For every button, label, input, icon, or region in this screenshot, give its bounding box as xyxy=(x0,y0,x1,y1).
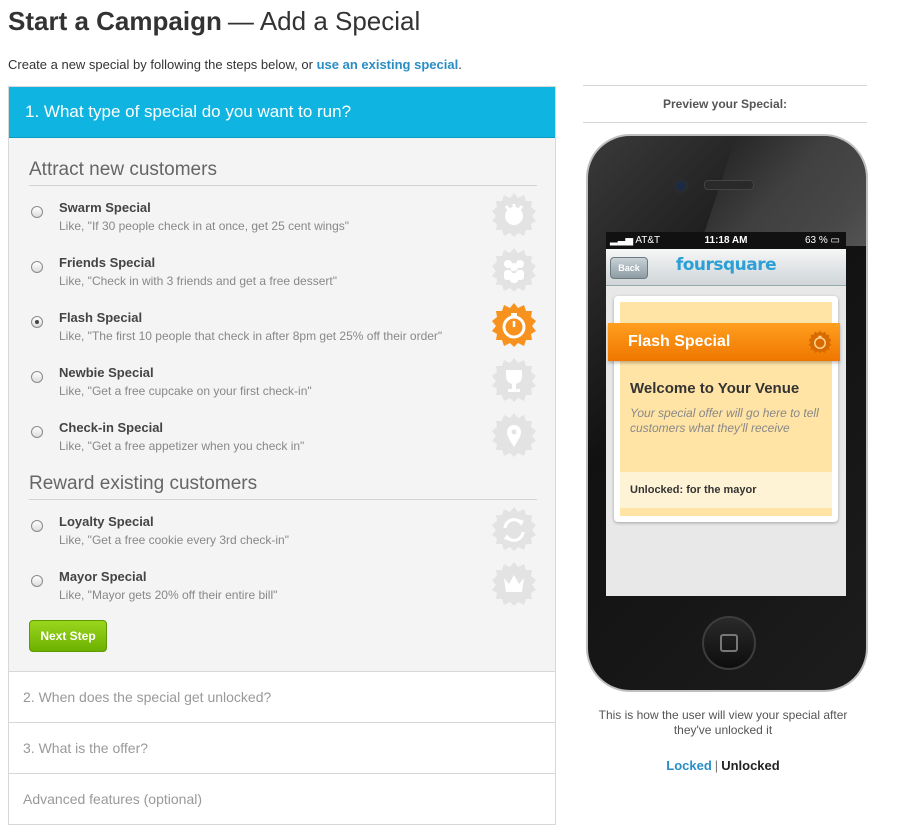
option-description: Like, "If 30 people check in at once, ge… xyxy=(59,219,350,233)
app-nav-bar: Back foursquare xyxy=(606,249,846,286)
offer-text: Your special offer will go here to tell … xyxy=(630,406,819,435)
option-flash-special[interactable]: Flash Special Like, "The first 10 people… xyxy=(29,303,539,358)
swarm-icon xyxy=(492,193,536,237)
option-label: Friends Special xyxy=(59,255,156,270)
group-divider xyxy=(29,185,537,186)
page-title: Start a Campaign — Add a Special xyxy=(8,6,420,37)
status-bar: ▂▃▅ AT&T 11:18 AM 63 % ▭ xyxy=(606,232,846,249)
intro-label: Create a new special by following the st… xyxy=(8,57,313,72)
group-title-reward: Reward existing customers xyxy=(29,473,258,494)
radio-flash[interactable] xyxy=(31,316,43,328)
radio-mayor[interactable] xyxy=(31,575,43,587)
step-3-header[interactable]: 3. What is the offer? xyxy=(8,723,556,774)
radio-newbie[interactable] xyxy=(31,371,43,383)
locked-toggle[interactable]: Locked xyxy=(666,758,712,773)
option-label: Mayor Special xyxy=(59,569,147,584)
option-label: Flash Special xyxy=(59,310,143,325)
next-step-button[interactable]: Next Step xyxy=(29,620,107,652)
option-description: Like, "Mayor gets 20% off their entire b… xyxy=(59,588,278,602)
home-button xyxy=(702,616,756,670)
radio-friends[interactable] xyxy=(31,261,43,273)
unlocked-text: Unlocked: for the mayor xyxy=(620,472,832,508)
use-existing-special-link[interactable]: use an existing special xyxy=(317,57,459,72)
special-ribbon: Flash Special xyxy=(608,323,840,361)
step-1-panel: 1. What type of special do you want to r… xyxy=(8,86,556,672)
page-title-sub: Add a Special xyxy=(259,6,421,36)
option-description: Like, "Check in with 3 friends and get a… xyxy=(59,274,337,288)
speaker-grille xyxy=(704,180,754,190)
battery-icon: ▭ xyxy=(827,235,840,246)
step-2-header[interactable]: 2. When does the special get unlocked? xyxy=(8,672,556,723)
battery-label: 63 % ▭ xyxy=(804,235,840,246)
group-divider xyxy=(29,499,537,500)
phone-mockup: ▂▃▅ AT&T 11:18 AM 63 % ▭ Back foursquare… xyxy=(586,134,868,692)
foursquare-logo: foursquare xyxy=(675,255,777,275)
radio-checkin[interactable] xyxy=(31,426,43,438)
intro-end: . xyxy=(458,57,462,72)
map-pin-icon xyxy=(492,413,536,457)
stopwatch-icon xyxy=(492,303,536,347)
option-loyalty-special[interactable]: Loyalty Special Like, "Get a free cookie… xyxy=(29,507,539,562)
friends-icon xyxy=(492,248,536,292)
special-card: Welcome to Your Venue Your special offer… xyxy=(608,296,840,522)
phone-screen: ▂▃▅ AT&T 11:18 AM 63 % ▭ Back foursquare… xyxy=(606,232,846,596)
option-friends-special[interactable]: Friends Special Like, "Check in with 3 f… xyxy=(29,248,539,303)
option-label: Loyalty Special xyxy=(59,514,154,529)
option-label: Swarm Special xyxy=(59,200,151,215)
preview-heading: Preview your Special: xyxy=(583,85,867,123)
option-swarm-special[interactable]: Swarm Special Like, "If 30 people check … xyxy=(29,193,539,248)
option-description: Like, "Get a free appetizer when you che… xyxy=(59,439,305,453)
preview-state-toggle: Locked | Unlocked xyxy=(583,758,863,773)
advanced-features-header[interactable]: Advanced features (optional) xyxy=(8,774,556,825)
option-description: Like, "The first 10 people that check in… xyxy=(59,329,443,343)
radio-swarm[interactable] xyxy=(31,206,43,218)
option-newbie-special[interactable]: Newbie Special Like, "Get a free cupcake… xyxy=(29,358,539,413)
stopwatch-icon xyxy=(808,330,832,354)
step-1-header[interactable]: 1. What type of special do you want to r… xyxy=(9,87,555,138)
page-title-main: Start a Campaign xyxy=(8,6,222,36)
option-checkin-special[interactable]: Check-in Special Like, "Get a free appet… xyxy=(29,413,539,468)
group-title-attract: Attract new customers xyxy=(29,159,217,180)
crown-icon xyxy=(492,562,536,606)
intro-text: Create a new special by following the st… xyxy=(8,57,462,72)
option-description: Like, "Get a free cupcake on your first … xyxy=(59,384,312,398)
option-label: Check-in Special xyxy=(59,420,164,435)
preview-caption: This is how the user will view your spec… xyxy=(598,708,848,737)
trophy-icon xyxy=(492,358,536,402)
option-description: Like, "Get a free cookie every 3rd check… xyxy=(59,533,289,547)
option-mayor-special[interactable]: Mayor Special Like, "Mayor gets 20% off … xyxy=(29,562,539,617)
ribbon-title: Flash Special xyxy=(628,333,731,350)
title-separator: — xyxy=(227,6,254,36)
camera-icon xyxy=(674,179,688,193)
option-label: Newbie Special xyxy=(59,365,154,380)
toggle-separator: | xyxy=(714,758,719,773)
loop-arrows-icon xyxy=(492,507,536,551)
phone-glare xyxy=(700,136,866,246)
venue-name: Welcome to Your Venue xyxy=(630,380,800,397)
radio-loyalty[interactable] xyxy=(31,520,43,532)
unlocked-toggle[interactable]: Unlocked xyxy=(721,758,780,773)
